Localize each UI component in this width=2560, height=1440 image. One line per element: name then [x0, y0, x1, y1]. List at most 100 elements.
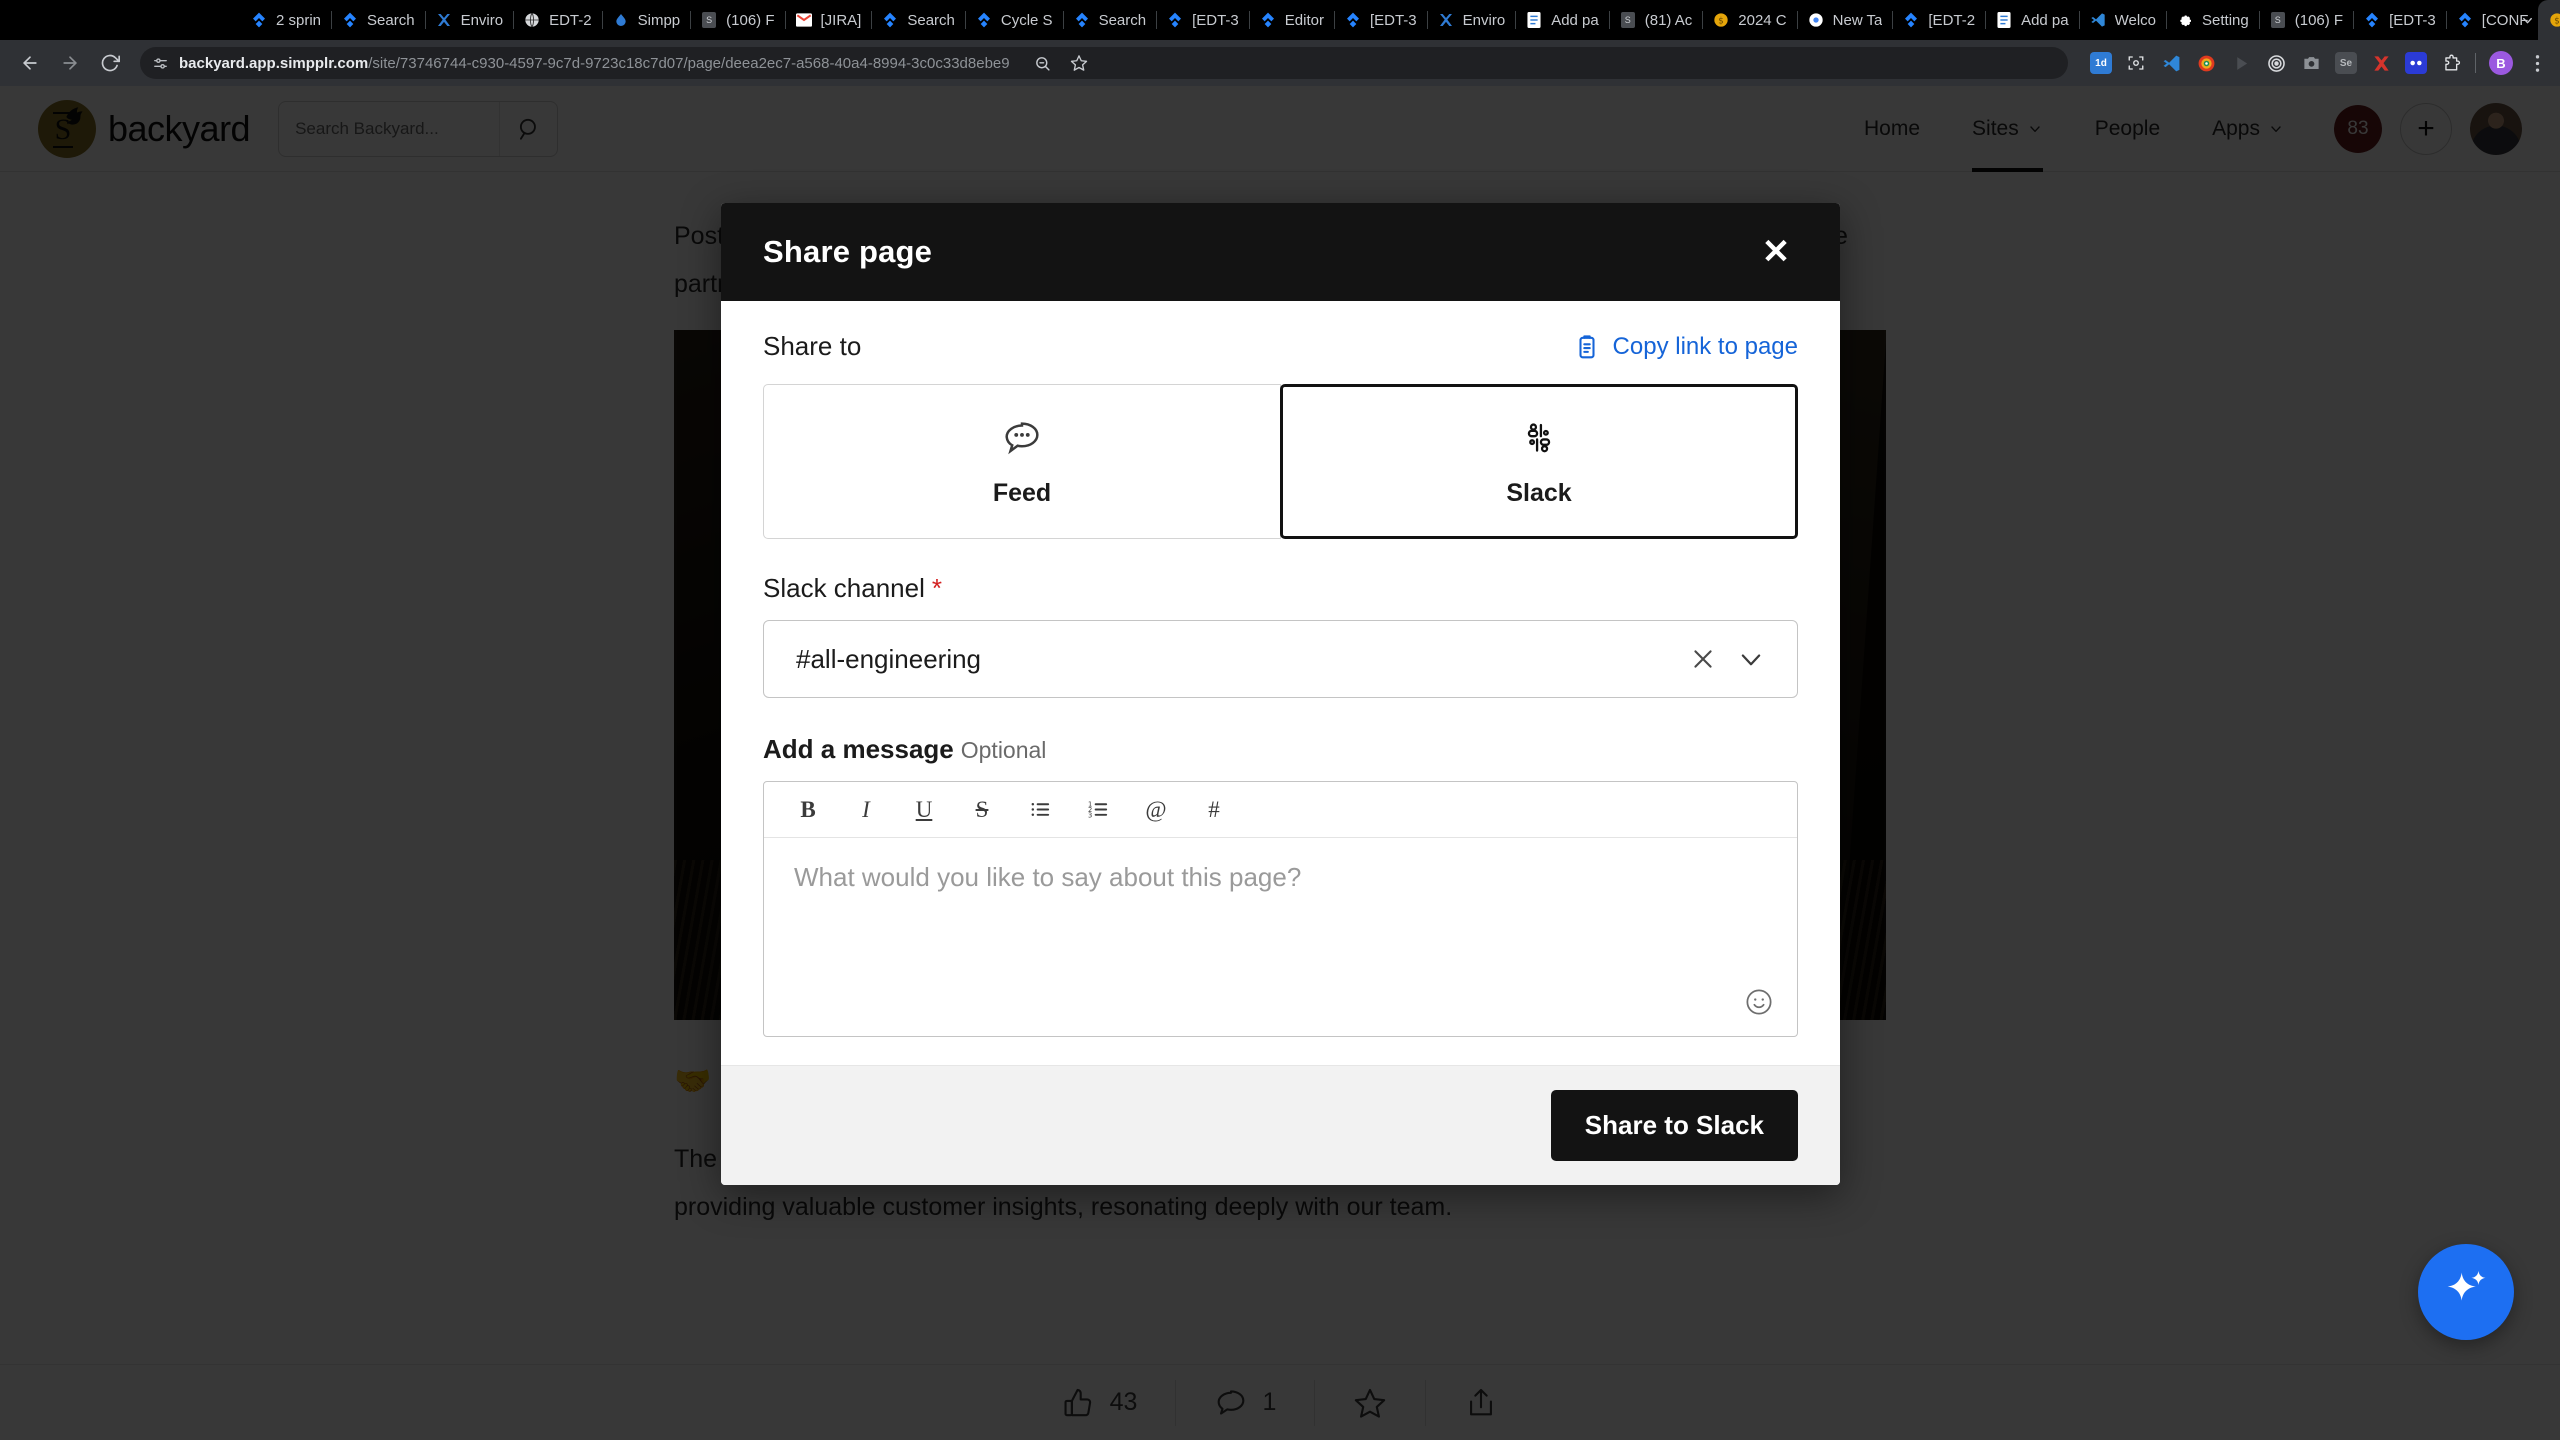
editor-numbered-list-button[interactable]: 123	[1072, 788, 1124, 832]
reload-button[interactable]	[92, 45, 128, 81]
jira-icon	[1344, 11, 1362, 29]
browser-tab-title: Search	[1098, 11, 1147, 29]
gmail-icon	[795, 11, 813, 29]
zoom-icon[interactable]	[1032, 52, 1054, 74]
browser-tab[interactable]: S (106) F	[690, 0, 784, 40]
browser-tab[interactable]: Search	[1062, 0, 1157, 40]
nav-item-people[interactable]: People	[2069, 86, 2186, 172]
action-share[interactable]	[1426, 1380, 1536, 1426]
vscode-extension-icon[interactable]	[2160, 52, 2182, 74]
x-red-extension-icon[interactable]	[2370, 52, 2392, 74]
editor-hashtag-button[interactable]: #	[1188, 788, 1240, 832]
share-destination-feed[interactable]: Feed	[763, 384, 1281, 539]
coin-icon: $	[2548, 11, 2560, 29]
browser-tab[interactable]: S (106) F	[2258, 0, 2353, 40]
browser-tab-title: Simpp	[637, 11, 681, 29]
browser-tab-title: (106) F	[726, 11, 775, 29]
editor-underline-button[interactable]: U	[898, 788, 950, 832]
simpplr-icon: S	[700, 11, 718, 29]
copy-link-button[interactable]: Copy link to page	[1574, 333, 1798, 361]
bookmark-star-icon[interactable]	[1068, 52, 1090, 74]
nav-item-apps[interactable]: Apps	[2186, 86, 2310, 172]
browser-tab[interactable]: Setting	[2166, 0, 2259, 40]
browser-tab[interactable]: Enviro	[1426, 0, 1516, 40]
browser-tab[interactable]: [EDT-3	[1333, 0, 1427, 40]
user-avatar[interactable]	[2470, 102, 2522, 155]
create-button[interactable]: +	[2400, 102, 2452, 155]
browser-tab[interactable]: Simpp	[601, 0, 691, 40]
browser-tab[interactable]: Add pa	[1985, 0, 2079, 40]
required-asterisk: *	[931, 573, 943, 603]
browser-tab[interactable]: Search	[871, 0, 965, 40]
selenium-extension-icon[interactable]: Se	[2335, 52, 2357, 74]
close-icon[interactable]: ✕	[1754, 230, 1798, 274]
tab-search-chevron-down-icon[interactable]	[2510, 4, 2544, 36]
jira-icon	[1902, 11, 1920, 29]
editor-bulleted-list-button[interactable]	[1014, 788, 1066, 832]
address-bar[interactable]: backyard.app.simpplr.com/site/73746744-c…	[140, 47, 2068, 79]
scan-extension-icon[interactable]	[2125, 52, 2147, 74]
notification-badge[interactable]: 83	[2334, 104, 2382, 153]
extensions-area: 1d Se B	[2080, 51, 2548, 75]
action-like[interactable]: 43	[1024, 1379, 1177, 1426]
brand-logo[interactable]: S backyard	[38, 99, 251, 158]
browser-tab[interactable]: $2024 C	[1702, 0, 1796, 40]
editor-strikethrough-button[interactable]: S	[956, 788, 1008, 832]
browser-tab[interactable]: S (81) Ac	[1608, 0, 1703, 40]
browser-tab[interactable]: Add pa	[1515, 0, 1609, 40]
app-search[interactable]	[278, 100, 559, 157]
browser-tab[interactable]: Search	[331, 0, 425, 40]
browser-tab[interactable]: Cycle S	[964, 0, 1063, 40]
browser-tab[interactable]: [JIRA]	[784, 0, 872, 40]
camera-extension-icon[interactable]	[2300, 52, 2322, 74]
dialog-footer: Share to Slack	[721, 1065, 1840, 1185]
nav-item-label: Apps	[2212, 116, 2260, 140]
editor-italic-button[interactable]: I	[840, 788, 892, 832]
browser-tab[interactable]: Editor	[1248, 0, 1334, 40]
bird-icon	[66, 106, 83, 125]
browser-tab[interactable]: New Ta	[1796, 0, 1893, 40]
message-textarea[interactable]: What would you like to say about this pa…	[764, 838, 1797, 1036]
browser-tab[interactable]: [EDT-3	[2353, 0, 2446, 40]
editor-bold-button[interactable]: B	[782, 788, 834, 832]
search-input[interactable]	[279, 118, 500, 139]
1d-extension-icon[interactable]: 1d	[2090, 52, 2112, 74]
forward-button[interactable]	[52, 45, 88, 81]
browser-tab[interactable]: [EDT-3	[1156, 0, 1249, 40]
action-favorite[interactable]	[1315, 1379, 1427, 1426]
browser-tab[interactable]: EDT-2	[513, 0, 602, 40]
simpplr-icon: S	[2269, 11, 2287, 29]
editor-mention-button[interactable]: @	[1130, 788, 1182, 832]
browser-tab-title: Editor	[1284, 11, 1324, 29]
share-to-slack-button[interactable]: Share to Slack	[1550, 1090, 1798, 1161]
chrome-menu-icon[interactable]	[2526, 52, 2548, 74]
back-button[interactable]	[12, 45, 48, 81]
nav-item-sites[interactable]: Sites	[1946, 86, 2069, 172]
share-destination-slack[interactable]: Slack	[1280, 384, 1798, 539]
clear-selection-icon[interactable]	[1679, 635, 1727, 683]
profile-avatar-button[interactable]: B	[2489, 51, 2513, 75]
eyes-extension-icon[interactable]	[2405, 52, 2427, 74]
browser-tab[interactable]: Enviro	[424, 0, 514, 40]
chevron-down-icon[interactable]	[1727, 635, 1775, 683]
sparkle-icon	[2447, 1270, 2486, 1301]
slack-channel-select[interactable]: #all-engineering	[763, 620, 1798, 698]
browser-tab[interactable]: Welco	[2078, 0, 2166, 40]
puzzle-extension-icon[interactable]	[2440, 52, 2462, 74]
handshake-icon: 🤝	[674, 1065, 712, 1098]
header-actions: 83 +	[2334, 102, 2522, 155]
smiley-icon[interactable]	[1739, 982, 1779, 1022]
nav-item-home[interactable]: Home	[1838, 86, 1946, 172]
nav-item-label: Sites	[1972, 116, 2019, 140]
browser-tab[interactable]: 2 sprin	[240, 0, 331, 40]
browser-tab-title: [EDT-3	[2389, 11, 2436, 29]
browser-tabstrip: 2 sprin Search Enviro EDT-2 Simpp S (106) F [JI…	[0, 0, 2560, 40]
play-extension-icon[interactable]	[2230, 52, 2252, 74]
ai-assistant-button[interactable]	[2418, 1244, 2514, 1340]
site-settings-icon[interactable]	[152, 55, 169, 72]
record-extension-icon[interactable]	[2265, 52, 2287, 74]
browser-tab[interactable]: [EDT-2	[1892, 0, 1985, 40]
target-ring-extension-icon[interactable]	[2195, 52, 2217, 74]
action-comment[interactable]: 1	[1176, 1379, 1316, 1426]
search-icon[interactable]	[499, 101, 557, 156]
